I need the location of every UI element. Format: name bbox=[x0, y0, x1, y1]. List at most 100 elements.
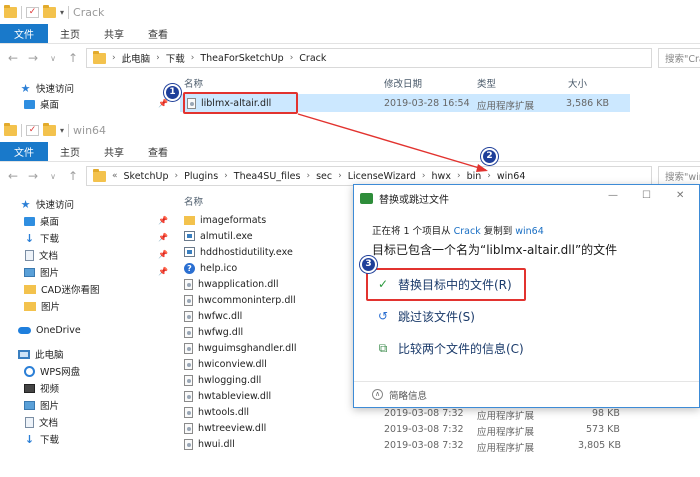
nav-item-label: 视频 bbox=[40, 384, 60, 395]
forward-arrow-icon[interactable]: → bbox=[26, 169, 40, 183]
compare-files-option[interactable]: ⧉ 比较两个文件的信息(C) bbox=[376, 337, 524, 359]
list-item-file[interactable]: hwapplication.dll bbox=[184, 276, 279, 292]
new-folder-icon[interactable] bbox=[43, 4, 56, 18]
properties-check-icon[interactable]: ✓ bbox=[26, 124, 39, 136]
breadcrumb-item[interactable]: LicenseWizard bbox=[348, 171, 416, 182]
collapse-chevron-icon[interactable]: ∧ bbox=[372, 389, 383, 400]
recent-dropdown-icon[interactable]: ∨ bbox=[46, 172, 60, 181]
breadcrumb-item[interactable]: win64 bbox=[497, 171, 526, 182]
up-arrow-icon[interactable]: ↑ bbox=[66, 169, 80, 183]
pin-icon[interactable]: 📌 bbox=[158, 216, 168, 225]
window-title: win64 bbox=[73, 123, 107, 137]
list-item-file[interactable]: hwtreeview.dll bbox=[184, 420, 266, 436]
breadcrumb-item[interactable]: sec bbox=[316, 171, 332, 182]
nav-item-cad-viewer[interactable]: CAD迷你看图 bbox=[24, 281, 99, 297]
maximize-icon[interactable]: ☐ bbox=[642, 190, 651, 201]
search-input[interactable]: 搜索"Crack" bbox=[658, 48, 700, 68]
pin-icon[interactable]: 📌 bbox=[158, 99, 168, 108]
tab-share[interactable]: 共享 bbox=[92, 24, 136, 43]
breadcrumb-item[interactable]: hwx bbox=[432, 171, 451, 182]
chevron-right-icon: › bbox=[174, 171, 179, 181]
fewer-details-link[interactable]: 简略信息 bbox=[389, 388, 427, 402]
list-item-file[interactable]: hwiconview.dll bbox=[184, 356, 267, 372]
destination-folder-link[interactable]: win64 bbox=[515, 226, 544, 237]
chevron-right-icon: › bbox=[456, 171, 461, 181]
back-arrow-icon[interactable]: ← bbox=[6, 169, 20, 183]
breadcrumb-item[interactable]: 此电脑 bbox=[122, 51, 151, 65]
list-item-file[interactable]: hwui.dll bbox=[184, 436, 235, 452]
nav-item-pictures[interactable]: 图片 bbox=[24, 264, 59, 280]
nav-item-videos[interactable]: 视频 bbox=[24, 380, 59, 396]
breadcrumb-item[interactable]: SketchUp bbox=[124, 171, 169, 182]
column-header-date[interactable]: 修改日期 bbox=[384, 76, 422, 90]
file-name: hwui.dll bbox=[198, 438, 235, 450]
quick-access-dropdown-icon[interactable]: ▾ bbox=[60, 8, 64, 17]
minimize-icon[interactable]: — bbox=[608, 190, 618, 201]
nav-item-pc-pictures[interactable]: 图片 bbox=[24, 397, 59, 413]
column-header-name[interactable]: 名称 bbox=[184, 76, 203, 90]
skip-arrow-icon: ↺ bbox=[377, 309, 389, 323]
nav-item-pc-downloads[interactable]: ↓ 下载 bbox=[24, 431, 59, 447]
new-folder-icon[interactable] bbox=[43, 122, 56, 136]
breadcrumb-item[interactable]: 下载 bbox=[166, 51, 185, 65]
nav-item-onedrive[interactable]: OneDrive bbox=[18, 322, 81, 338]
list-item-file[interactable]: hddhostidutility.exe bbox=[184, 244, 293, 260]
list-item-folder[interactable]: imageformats bbox=[184, 212, 266, 228]
search-input[interactable]: 搜索"win64" bbox=[658, 166, 700, 186]
list-item-file[interactable]: almutil.exe bbox=[184, 228, 253, 244]
nav-item-pc-documents[interactable]: 文档 bbox=[25, 414, 58, 430]
breadcrumb-item[interactable]: Plugins bbox=[184, 171, 218, 182]
list-item-file[interactable]: ? help.ico bbox=[184, 260, 237, 276]
nav-item-desktop[interactable]: 桌面 bbox=[24, 96, 59, 112]
tab-home[interactable]: 主页 bbox=[48, 142, 92, 161]
pin-icon[interactable]: 📌 bbox=[158, 233, 168, 242]
list-item-file[interactable]: hwtools.dll bbox=[184, 404, 249, 420]
skip-file-option[interactable]: ↺ 跳过该文件(S) bbox=[376, 305, 475, 327]
quick-access-dropdown-icon[interactable]: ▾ bbox=[60, 126, 64, 135]
recent-dropdown-icon[interactable]: ∨ bbox=[46, 54, 60, 63]
address-bar[interactable]: › 此电脑 › 下载 › TheaForSketchUp › Crack bbox=[86, 48, 652, 68]
breadcrumb-item[interactable]: TheaForSketchUp bbox=[200, 53, 283, 64]
nav-item-label: CAD迷你看图 bbox=[41, 285, 100, 296]
column-header-type[interactable]: 类型 bbox=[477, 76, 496, 90]
pin-icon[interactable]: 📌 bbox=[158, 267, 168, 276]
nav-item-wps-drive[interactable]: WPS网盘 bbox=[24, 363, 80, 379]
file-name: hwcommoninterp.dll bbox=[198, 294, 296, 306]
tab-view[interactable]: 查看 bbox=[136, 24, 180, 43]
breadcrumb-item[interactable]: Thea4SU_files bbox=[234, 171, 301, 182]
nav-item-this-pc[interactable]: 此电脑 bbox=[18, 346, 64, 362]
breadcrumb-item[interactable]: Crack bbox=[299, 53, 326, 64]
list-item-file[interactable]: hwtableview.dll bbox=[184, 388, 271, 404]
column-header-size[interactable]: 大小 bbox=[568, 76, 587, 90]
forward-arrow-icon[interactable]: → bbox=[26, 51, 40, 65]
list-item-file[interactable]: hwfwg.dll bbox=[184, 324, 243, 340]
breadcrumb-item[interactable]: bin bbox=[467, 171, 482, 182]
up-arrow-icon[interactable]: ↑ bbox=[66, 51, 80, 65]
list-item-file[interactable]: hwlogging.dll bbox=[184, 372, 261, 388]
chevron-right-icon: › bbox=[112, 53, 116, 63]
path-overflow[interactable]: « bbox=[112, 171, 118, 181]
list-item-file[interactable]: hwfwc.dll bbox=[184, 308, 242, 324]
nav-item-quick-access[interactable]: ★ 快速访问 bbox=[20, 80, 74, 96]
tab-view[interactable]: 查看 bbox=[136, 142, 180, 161]
tab-share[interactable]: 共享 bbox=[92, 142, 136, 161]
properties-check-icon[interactable]: ✓ bbox=[26, 6, 39, 18]
pin-icon[interactable]: 📌 bbox=[158, 250, 168, 259]
list-item-file[interactable]: hwcommoninterp.dll bbox=[184, 292, 296, 308]
nav-item-quick-access[interactable]: ★ 快速访问 bbox=[20, 196, 74, 212]
address-bar[interactable]: « SketchUp › Plugins › Thea4SU_files › s… bbox=[86, 166, 652, 186]
nav-item-pictures-folder[interactable]: 图片 bbox=[24, 298, 60, 314]
source-folder-link[interactable]: Crack bbox=[454, 226, 481, 237]
column-header-name[interactable]: 名称 bbox=[184, 194, 203, 208]
nav-item-desktop[interactable]: 桌面 bbox=[24, 213, 59, 229]
file-name: imageformats bbox=[200, 214, 267, 226]
back-arrow-icon[interactable]: ← bbox=[6, 51, 20, 65]
nav-item-documents[interactable]: 文档 bbox=[25, 247, 58, 263]
compare-icon: ⧉ bbox=[378, 340, 388, 355]
nav-item-downloads[interactable]: ↓ 下载 bbox=[24, 230, 59, 246]
tab-file[interactable]: 文件 bbox=[0, 142, 48, 161]
list-item-file[interactable]: hwguimsghandler.dll bbox=[184, 340, 296, 356]
close-icon[interactable]: ✕ bbox=[676, 190, 684, 201]
tab-home[interactable]: 主页 bbox=[48, 24, 92, 43]
tab-file[interactable]: 文件 bbox=[0, 24, 48, 43]
